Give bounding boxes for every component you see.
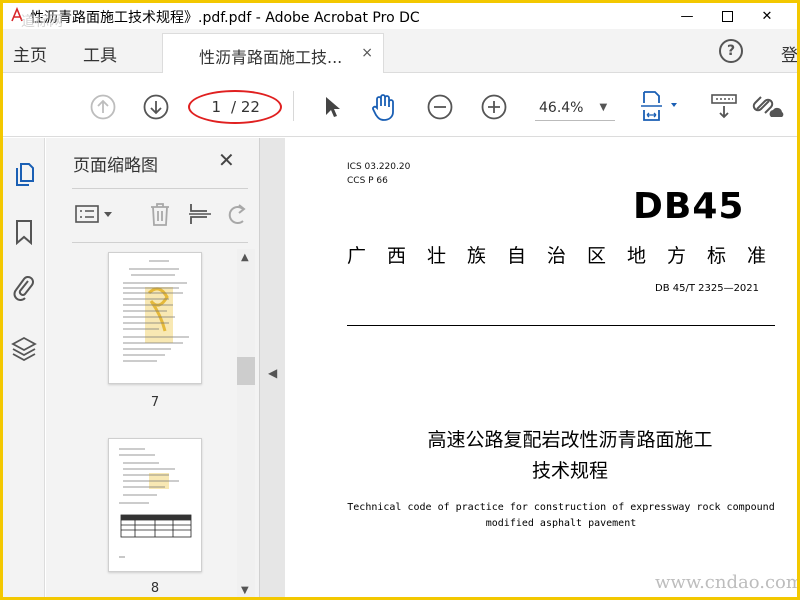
fit-width-icon bbox=[641, 91, 677, 121]
page-thumbnails-button[interactable] bbox=[10, 160, 38, 188]
home-tab[interactable]: 主页 bbox=[13, 41, 47, 66]
close-window-button[interactable]: ✕ bbox=[747, 5, 787, 27]
previous-page-button[interactable] bbox=[89, 93, 117, 121]
panel-title: 页面缩略图 bbox=[73, 156, 158, 176]
list-options-icon bbox=[75, 205, 112, 223]
document-tab[interactable]: 性沥青路面施工技... × bbox=[162, 33, 384, 73]
app-window: 性沥青路面施工技术规程》.pdf.pdf - Adobe Acrobat Pro… bbox=[3, 3, 797, 597]
watermark-top: 道标网 bbox=[21, 14, 63, 30]
plus-circle-icon bbox=[481, 94, 507, 120]
zoom-value: 46.4% bbox=[539, 99, 584, 116]
link-cloud-icon bbox=[752, 96, 784, 117]
title-bar: 性沥青路面施工技术规程》.pdf.pdf - Adobe Acrobat Pro… bbox=[3, 3, 797, 30]
doc-title-cn-line2: 技术规程 bbox=[531, 460, 608, 482]
help-button[interactable]: ? bbox=[719, 39, 743, 63]
doc-ics: ICS 03.220.20 bbox=[347, 162, 411, 172]
doc-logo: DB45 bbox=[633, 186, 745, 227]
doc-title-en-line2: modified asphalt pavement bbox=[485, 518, 637, 529]
scroll-up-icon[interactable]: ▲ bbox=[241, 252, 249, 263]
toolbar-divider bbox=[293, 91, 294, 121]
thumbnail-page[interactable] bbox=[108, 438, 202, 572]
keyboard-scroll-icon bbox=[711, 94, 737, 119]
rotate-icon bbox=[228, 204, 246, 224]
document-tab-close-button[interactable]: × bbox=[361, 45, 373, 61]
delete-page-button[interactable] bbox=[146, 200, 174, 228]
hand-icon bbox=[372, 94, 394, 121]
toolbar: 1 / 22 46.4% ▼ bbox=[3, 73, 797, 137]
document-tab-label: 性沥青路面施工技... bbox=[199, 48, 343, 67]
annotation-ellipse bbox=[188, 90, 282, 124]
doc-ccs: CCS P 66 bbox=[347, 176, 388, 186]
maximize-button[interactable] bbox=[707, 5, 747, 27]
doc-rule bbox=[347, 325, 775, 326]
next-page-button[interactable] bbox=[142, 93, 170, 121]
page-split-icon bbox=[189, 204, 211, 224]
panel-collapse-handle[interactable]: ◀ bbox=[259, 138, 285, 597]
fit-page-button[interactable] bbox=[639, 89, 683, 123]
thumbnail-preview bbox=[123, 260, 189, 362]
arrow-down-circle-icon bbox=[143, 94, 169, 120]
thumbnails-scrollbar[interactable]: ▲ ▼ bbox=[237, 249, 255, 597]
doc-standard-code: DB 45/T 2325—2021 bbox=[655, 283, 760, 294]
select-tool-button[interactable] bbox=[319, 93, 345, 121]
chevron-down-icon: ▼ bbox=[599, 102, 608, 113]
doc-title-en-line1: Technical code of practice for construct… bbox=[347, 502, 775, 513]
doc-authority: 广西壮族自治区地方标准 bbox=[347, 245, 788, 267]
panel-divider bbox=[72, 242, 248, 243]
scroll-mode-button[interactable] bbox=[709, 91, 739, 121]
paperclip-icon bbox=[13, 276, 34, 301]
panel-divider bbox=[72, 188, 248, 189]
minus-circle-icon bbox=[427, 94, 453, 120]
layers-icon bbox=[11, 336, 37, 361]
watermark-bottom: www.cndao.com bbox=[655, 572, 797, 593]
zoom-dropdown[interactable]: 46.4% ▼ bbox=[535, 95, 615, 121]
attachments-button[interactable] bbox=[10, 274, 38, 302]
zoom-out-button[interactable] bbox=[426, 93, 454, 121]
thumbnail-options-button[interactable] bbox=[72, 200, 118, 228]
arrow-up-circle-icon bbox=[90, 94, 116, 120]
scrollbar-thumb[interactable] bbox=[237, 357, 255, 385]
bookmark-icon bbox=[16, 220, 32, 245]
cursor-arrow-icon bbox=[326, 97, 340, 117]
hand-tool-button[interactable] bbox=[369, 91, 399, 123]
doc-title-cn-line1: 高速公路复配岩改性沥青路面施工 bbox=[427, 429, 713, 451]
document-view[interactable]: ICS 03.220.20 CCS P 66 DB45 广西壮族自治区地方标准 … bbox=[285, 138, 797, 597]
extract-page-button[interactable] bbox=[186, 200, 214, 228]
scroll-down-icon[interactable]: ▼ bbox=[241, 585, 249, 596]
tools-tab[interactable]: 工具 bbox=[83, 41, 117, 66]
bookmarks-button[interactable] bbox=[10, 218, 38, 246]
window-title: 性沥青路面施工技术规程》.pdf.pdf - Adobe Acrobat Pro… bbox=[30, 10, 420, 26]
menu-bar: 主页 工具 性沥青路面施工技... × ? 登 bbox=[3, 29, 797, 73]
thumbnail-preview bbox=[119, 448, 192, 558]
zoom-in-button[interactable] bbox=[480, 93, 508, 121]
thumbnail-page-number: 8 bbox=[150, 581, 160, 596]
thumbnail-page[interactable] bbox=[108, 252, 202, 384]
layers-button[interactable] bbox=[10, 334, 38, 362]
login-link[interactable]: 登 bbox=[781, 41, 797, 66]
maximize-icon bbox=[721, 10, 733, 22]
panel-close-button[interactable]: ✕ bbox=[218, 148, 235, 172]
chevron-left-icon: ◀ bbox=[268, 366, 278, 380]
left-rail bbox=[3, 138, 45, 597]
rotate-page-button[interactable] bbox=[226, 200, 250, 228]
minimize-button[interactable]: — bbox=[667, 5, 707, 27]
thumbnail-page-number: 7 bbox=[150, 395, 160, 410]
thumbnails-panel: 页面缩略图 ✕ 7 8 ▲ ▼ bbox=[46, 138, 259, 597]
share-link-button[interactable] bbox=[751, 91, 785, 121]
trash-icon bbox=[151, 203, 169, 226]
pages-copy-icon bbox=[16, 163, 34, 186]
